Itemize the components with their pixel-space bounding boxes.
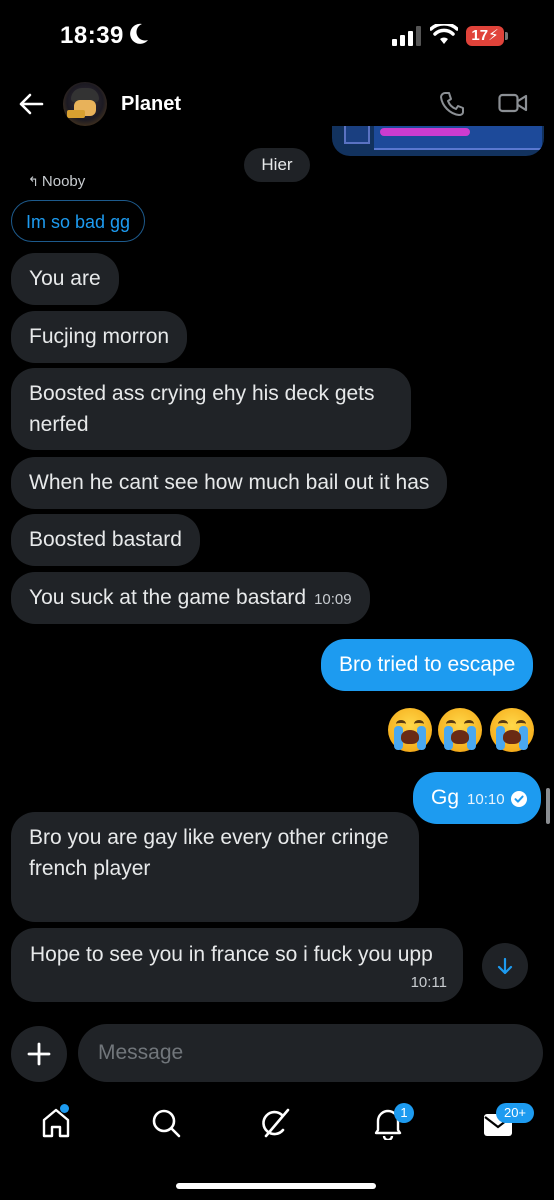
message-text: When he cant see how much bail out it ha… xyxy=(29,471,430,494)
message-bubble[interactable]: Bro you are gay like every other cringe … xyxy=(11,812,419,922)
grok-icon xyxy=(262,1108,290,1138)
message-text: You are xyxy=(29,267,101,290)
back-arrow-icon[interactable] xyxy=(18,92,44,116)
message-bubble-sent[interactable]: Gg 10:10 xyxy=(413,772,541,824)
reply-context: ↰ Nooby xyxy=(28,173,85,190)
message-text: Hope to see you in france so i fuck you … xyxy=(30,943,433,966)
status-time: 18:39 xyxy=(60,22,124,49)
quoted-message[interactable]: Im so bad gg xyxy=(11,200,146,242)
message-placeholder: Message xyxy=(98,1041,184,1064)
day-separator: Hier xyxy=(244,148,310,182)
conversation-title[interactable]: Planet xyxy=(121,93,181,116)
scroll-to-bottom-button[interactable] xyxy=(482,943,528,989)
messages-badge: 20+ xyxy=(496,1103,534,1123)
reply-arrow-icon: ↰ xyxy=(28,174,39,189)
message-text: Boosted bastard xyxy=(29,528,182,551)
moon-icon xyxy=(130,23,148,44)
plus-icon xyxy=(27,1042,51,1066)
battery-cap xyxy=(505,32,508,40)
message-bubble-sent[interactable]: Bro tried to escape xyxy=(321,639,534,691)
message-text: You suck at the game bastard xyxy=(29,586,307,609)
message-text: Bro tried to escape xyxy=(339,653,516,676)
nav-notifications[interactable]: 1 xyxy=(372,1103,414,1145)
avatar[interactable] xyxy=(63,82,107,126)
scrollbar[interactable] xyxy=(546,788,550,824)
unread-dot xyxy=(60,1104,69,1113)
reply-author: Nooby xyxy=(41,173,86,190)
message-bubble[interactable]: Boosted ass crying ehy his deck gets ner… xyxy=(11,368,411,450)
message-bubble[interactable]: You are xyxy=(11,253,119,305)
phone-icon[interactable] xyxy=(440,91,464,117)
loudly-crying-face-icon xyxy=(438,708,482,752)
video-call-icon[interactable] xyxy=(498,92,528,114)
message-text: Gg xyxy=(431,786,460,809)
message-time: 10:09 xyxy=(314,591,352,608)
wifi-icon xyxy=(430,24,458,44)
notifications-badge: 1 xyxy=(394,1103,414,1123)
message-bubble[interactable]: You suck at the game bastard 10:09 xyxy=(11,572,370,624)
message-time: 10:11 xyxy=(410,974,447,991)
message-text: Bro you are gay like every other cringe … xyxy=(29,826,389,880)
nav-messages[interactable]: 20+ xyxy=(482,1103,534,1145)
message-bubble[interactable]: Fucjing morron xyxy=(11,311,188,363)
message-input[interactable]: Message xyxy=(78,1024,543,1082)
message-time: 10:10 xyxy=(467,791,505,808)
nav-search[interactable] xyxy=(150,1106,182,1145)
home-indicator xyxy=(176,1183,376,1189)
cellular-signal-icon xyxy=(392,26,421,46)
message-bubble[interactable]: Hope to see you in france so i fuck you … xyxy=(11,928,463,1002)
image-message-preview[interactable] xyxy=(332,126,544,156)
add-attachment-button[interactable] xyxy=(11,1026,67,1082)
message-bubble[interactable]: Boosted bastard xyxy=(11,514,200,566)
read-check-icon xyxy=(511,791,527,807)
loudly-crying-face-icon xyxy=(490,708,534,752)
loudly-crying-face-icon xyxy=(388,708,432,752)
nav-grok[interactable] xyxy=(260,1106,292,1145)
arrow-down-icon xyxy=(497,957,513,975)
nav-home[interactable] xyxy=(40,1104,72,1145)
battery-indicator: 17⚡ xyxy=(466,26,504,46)
search-icon xyxy=(152,1109,181,1138)
message-text: Boosted ass crying ehy his deck gets ner… xyxy=(29,382,375,436)
message-bubble[interactable]: When he cant see how much bail out it ha… xyxy=(11,457,448,509)
message-text: Fucjing morron xyxy=(29,325,170,348)
